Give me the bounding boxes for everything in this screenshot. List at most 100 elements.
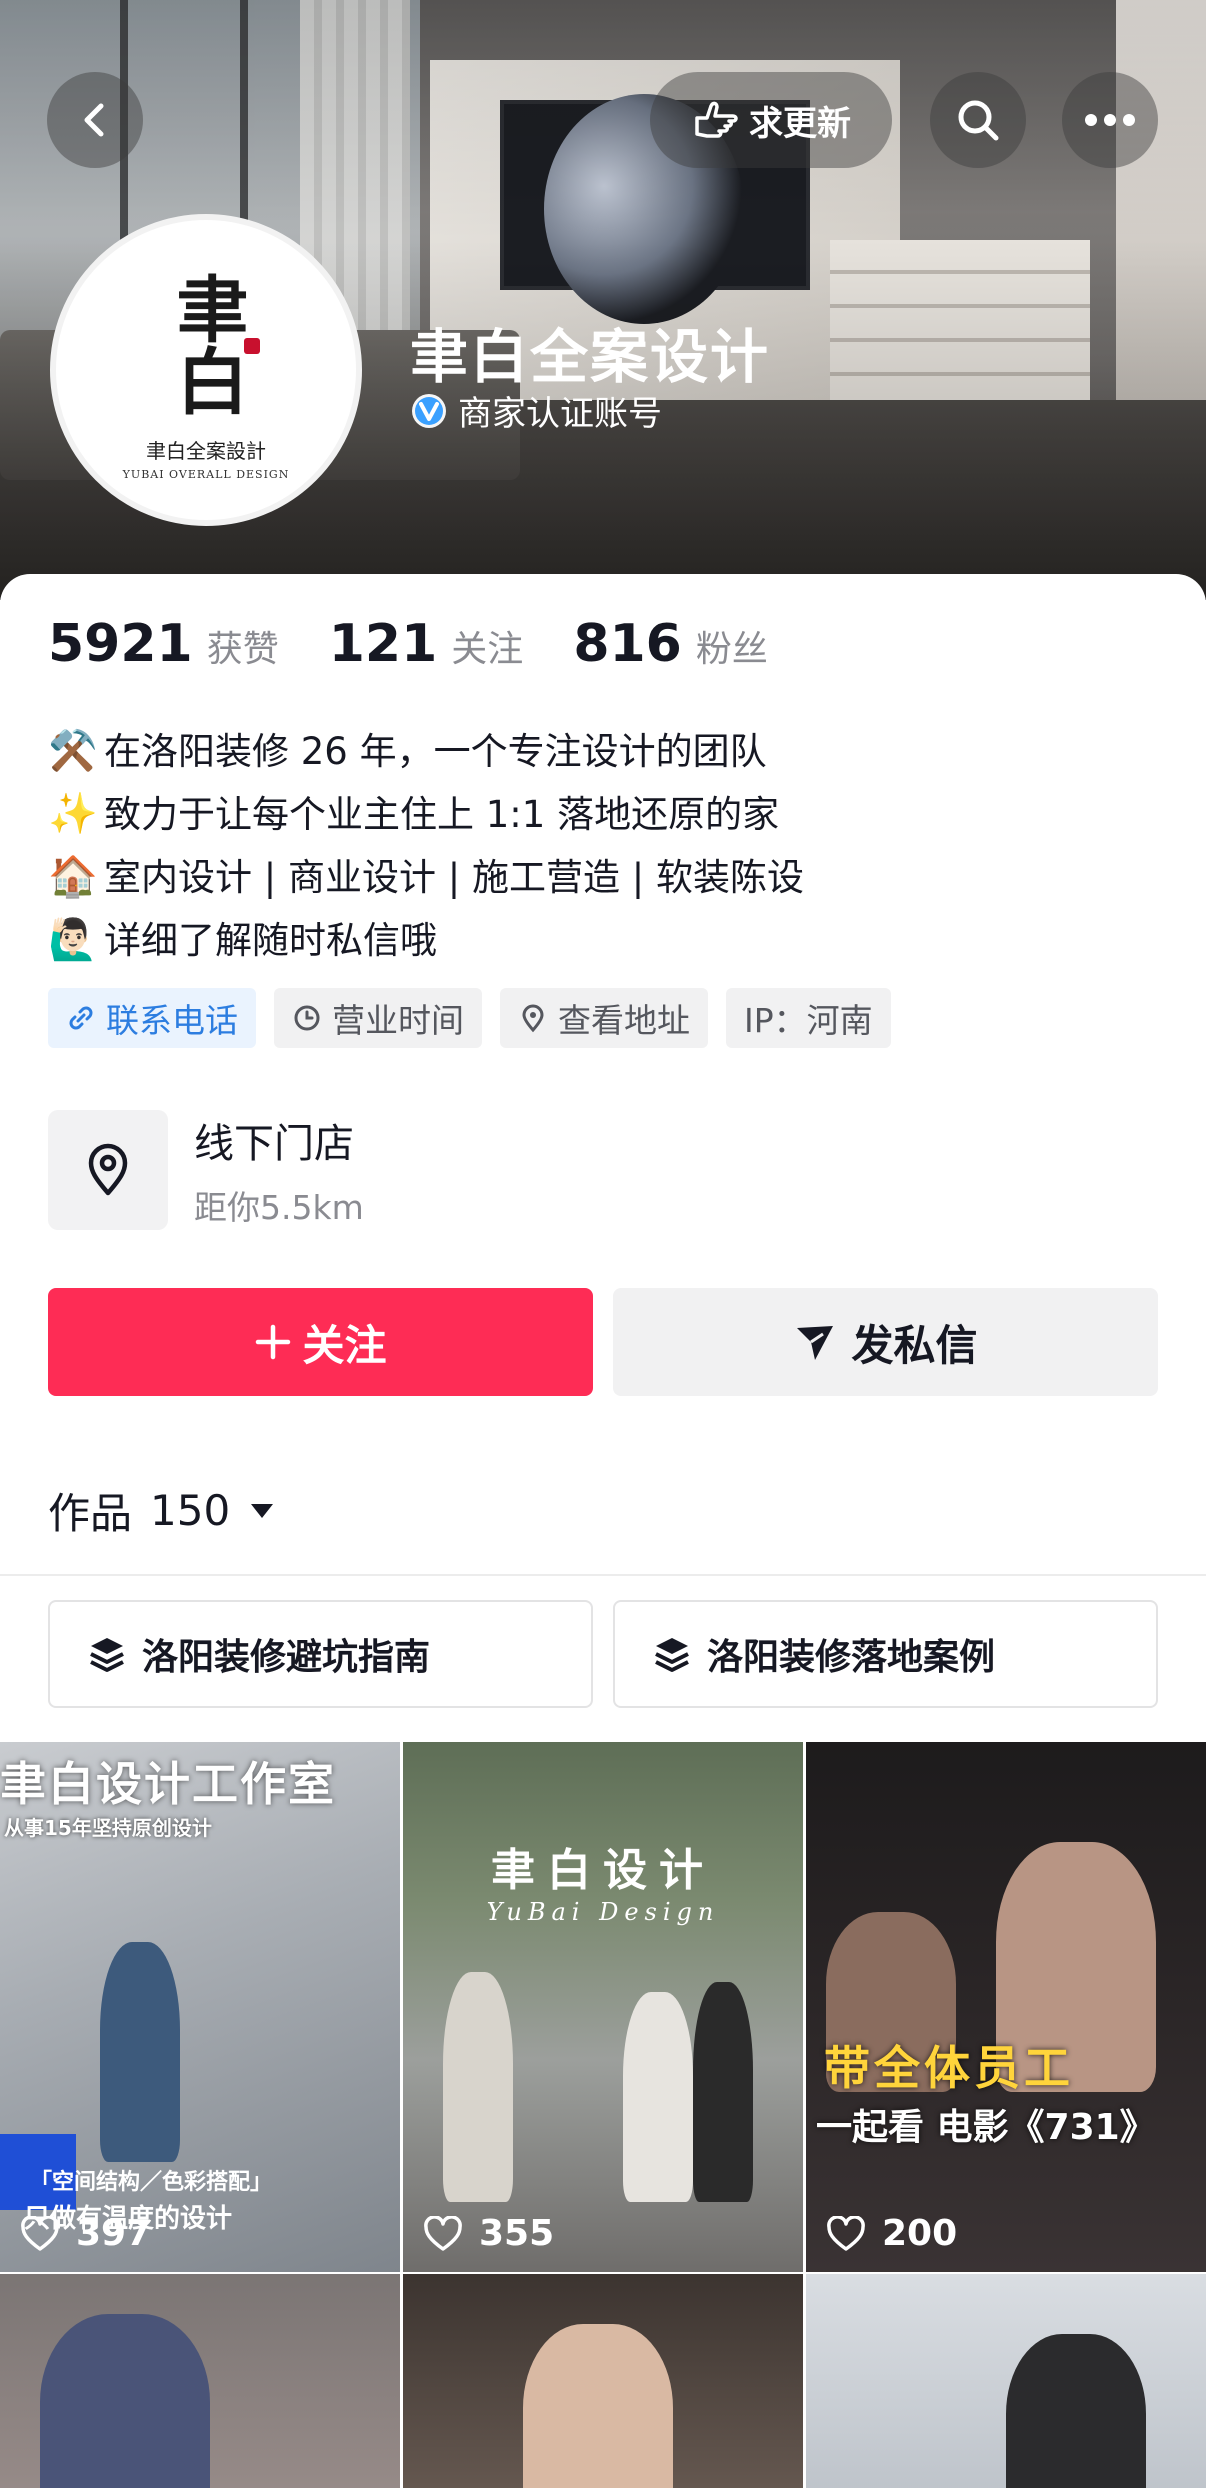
location-pin-icon	[88, 1143, 128, 1196]
message-label: 发私信	[851, 1320, 978, 1370]
chevron-left-icon	[84, 103, 104, 137]
stats-row: 5921 获赞 121 关注 816 粉丝	[48, 614, 818, 674]
business-hours-tag[interactable]: 营业时间	[274, 988, 482, 1048]
follow-label: 关注	[302, 1320, 387, 1370]
bio: ⚒️ 在洛阳装修 26 年，一个专注设计的团队 ✨ 致力于让每个业主住上 1:1…	[48, 720, 1168, 972]
heart-outline-icon	[21, 2215, 59, 2251]
like-count: 397	[76, 2213, 152, 2254]
verified-label: 商家认证账号	[458, 394, 662, 434]
video-thumbnail[interactable]	[806, 2274, 1206, 2488]
stat-value: 816	[573, 614, 682, 674]
stat-value: 121	[328, 614, 438, 674]
profile-card: 5921 获赞 121 关注 816 粉丝 ⚒️ 在洛阳装修 26 年，一个专注…	[0, 574, 1206, 2488]
action-buttons: 关注 发私信	[48, 1288, 1158, 1396]
avatar[interactable]: 聿白 聿白全案設計 YUBAI OVERALL DESIGN	[50, 214, 362, 526]
back-button[interactable]	[47, 72, 143, 168]
heart-outline-icon	[827, 2215, 865, 2251]
contact-phone-tag[interactable]: 联系电话	[48, 988, 256, 1048]
store-icon-box	[48, 1110, 168, 1230]
video-thumbnail[interactable]: 带全体员工 一起看 电影《731》 200	[806, 1742, 1206, 2272]
avatar-logo-sub: 聿白全案設計	[146, 439, 266, 463]
request-update-label: 求更新	[749, 103, 851, 144]
search-icon	[958, 100, 999, 141]
search-button[interactable]	[930, 72, 1026, 168]
divider	[0, 1574, 1206, 1576]
offline-store[interactable]: 线下门店 距你5.5km	[48, 1110, 364, 1230]
collections-row: 洛阳装修避坑指南 洛阳装修落地案例	[48, 1600, 1158, 1708]
video-title: 聿白设计工作室	[0, 1757, 336, 1811]
stat-likes[interactable]: 5921 获赞	[48, 614, 279, 674]
clock-icon	[294, 1005, 320, 1031]
link-icon	[69, 1006, 93, 1030]
send-icon	[797, 1326, 834, 1360]
bio-text: 在洛阳装修 26 年，一个专注设计的团队	[104, 730, 767, 773]
video-thumbnail[interactable]	[403, 2274, 803, 2488]
avatar-logo-en: YUBAI OVERALL DESIGN	[122, 468, 290, 481]
collection-label: 洛阳装修避坑指南	[142, 1637, 431, 1678]
profile-page: 求更新 聿白 聿白全案設計 YUBAI OVERALL DESIGN 聿白全案设…	[0, 0, 1206, 2488]
video-likes: 200	[826, 2213, 957, 2254]
video-title: 聿白设计	[491, 1845, 715, 1896]
avatar-logo: 聿白	[164, 272, 249, 416]
request-update-button[interactable]: 求更新	[650, 72, 892, 168]
video-thumbnail[interactable]: 聿白设计工作室 从事15年坚持原创设计 「空间结构／色彩搭配」 只做有温度的设计…	[0, 1742, 400, 2272]
video-title: 带全体员工	[824, 2041, 1074, 2095]
follow-button[interactable]: 关注	[48, 1288, 593, 1396]
red-seal	[244, 338, 260, 354]
video-caption: 「空间结构／色彩搭配」	[30, 2170, 273, 2195]
verified-v-icon	[412, 393, 446, 428]
bio-text: 详细了解随时私信哦	[104, 919, 437, 962]
person-raising-hand-icon: 🙋🏻‍♂️	[48, 917, 98, 963]
profile-name: 聿白全案设计	[410, 323, 771, 391]
plus-icon	[256, 1324, 291, 1360]
heart-outline-icon	[424, 2215, 462, 2251]
bio-text: 致力于让每个业主住上 1:1 落地还原的家	[104, 793, 780, 836]
like-count: 355	[479, 2213, 555, 2254]
store-title: 线下门店	[194, 1121, 354, 1167]
bio-line: 🙋🏻‍♂️ 详细了解随时私信哦	[48, 909, 1168, 972]
verified-badge: 商家认证账号	[410, 386, 662, 435]
layers-icon	[90, 1638, 124, 1672]
store-distance: 距你5.5km	[194, 1188, 364, 1227]
hand-point-icon	[695, 101, 738, 138]
like-count: 200	[882, 2213, 958, 2254]
bio-text: 室内设计 | 商业设计 | 施工营造 | 软装陈设	[104, 856, 804, 899]
location-pin-icon	[522, 1004, 544, 1033]
collection-label: 洛阳装修落地案例	[707, 1637, 996, 1678]
bio-line: ✨ 致力于让每个业主住上 1:1 落地还原的家	[48, 783, 1168, 846]
tag-label: 营业时间	[332, 1001, 464, 1040]
bio-line: 🏠 室内设计 | 商业设计 | 施工营造 | 软装陈设	[48, 846, 1168, 909]
video-subtitle: 从事15年坚持原创设计	[4, 1816, 212, 1840]
stat-followers[interactable]: 816 粉丝	[573, 614, 768, 674]
video-thumbnail[interactable]: 聿白设计 YuBai Design 355	[403, 1742, 803, 2272]
stat-label: 粉丝	[695, 629, 768, 670]
tag-label: 查看地址	[558, 1001, 690, 1040]
info-tags: 联系电话 营业时间 查看地址 IP：河南	[48, 988, 891, 1048]
stat-label: 获赞	[206, 629, 279, 670]
stat-following[interactable]: 121 关注	[329, 614, 524, 674]
stat-label: 关注	[451, 629, 524, 670]
more-button[interactable]	[1062, 72, 1158, 168]
layers-icon	[655, 1638, 689, 1672]
video-subtitle: YuBai Design	[486, 1898, 720, 1926]
works-header[interactable]: 作品 150	[48, 1480, 276, 1541]
works-label: 作品	[48, 1489, 133, 1538]
collection-button[interactable]: 洛阳装修避坑指南	[48, 1600, 593, 1708]
tag-label: IP：河南	[744, 1001, 873, 1040]
video-thumbnail[interactable]	[0, 2274, 400, 2488]
message-button[interactable]: 发私信	[613, 1288, 1158, 1396]
video-title: 一起看 电影《731》	[816, 2107, 1156, 2148]
tag-label: 联系电话	[106, 1001, 238, 1040]
house-icon: 🏠	[48, 854, 98, 900]
tools-icon: ⚒️	[48, 728, 98, 774]
view-address-tag[interactable]: 查看地址	[500, 988, 708, 1048]
video-likes: 355	[423, 2213, 554, 2254]
works-count: 150	[150, 1486, 231, 1535]
stat-value: 5921	[48, 614, 193, 674]
collection-button[interactable]: 洛阳装修落地案例	[613, 1600, 1158, 1708]
more-dots-icon	[1085, 114, 1135, 126]
caret-down-icon	[251, 1503, 274, 1518]
sparkles-icon: ✨	[48, 791, 98, 837]
bio-line: ⚒️ 在洛阳装修 26 年，一个专注设计的团队	[48, 720, 1168, 783]
ip-location-tag: IP：河南	[726, 988, 891, 1048]
